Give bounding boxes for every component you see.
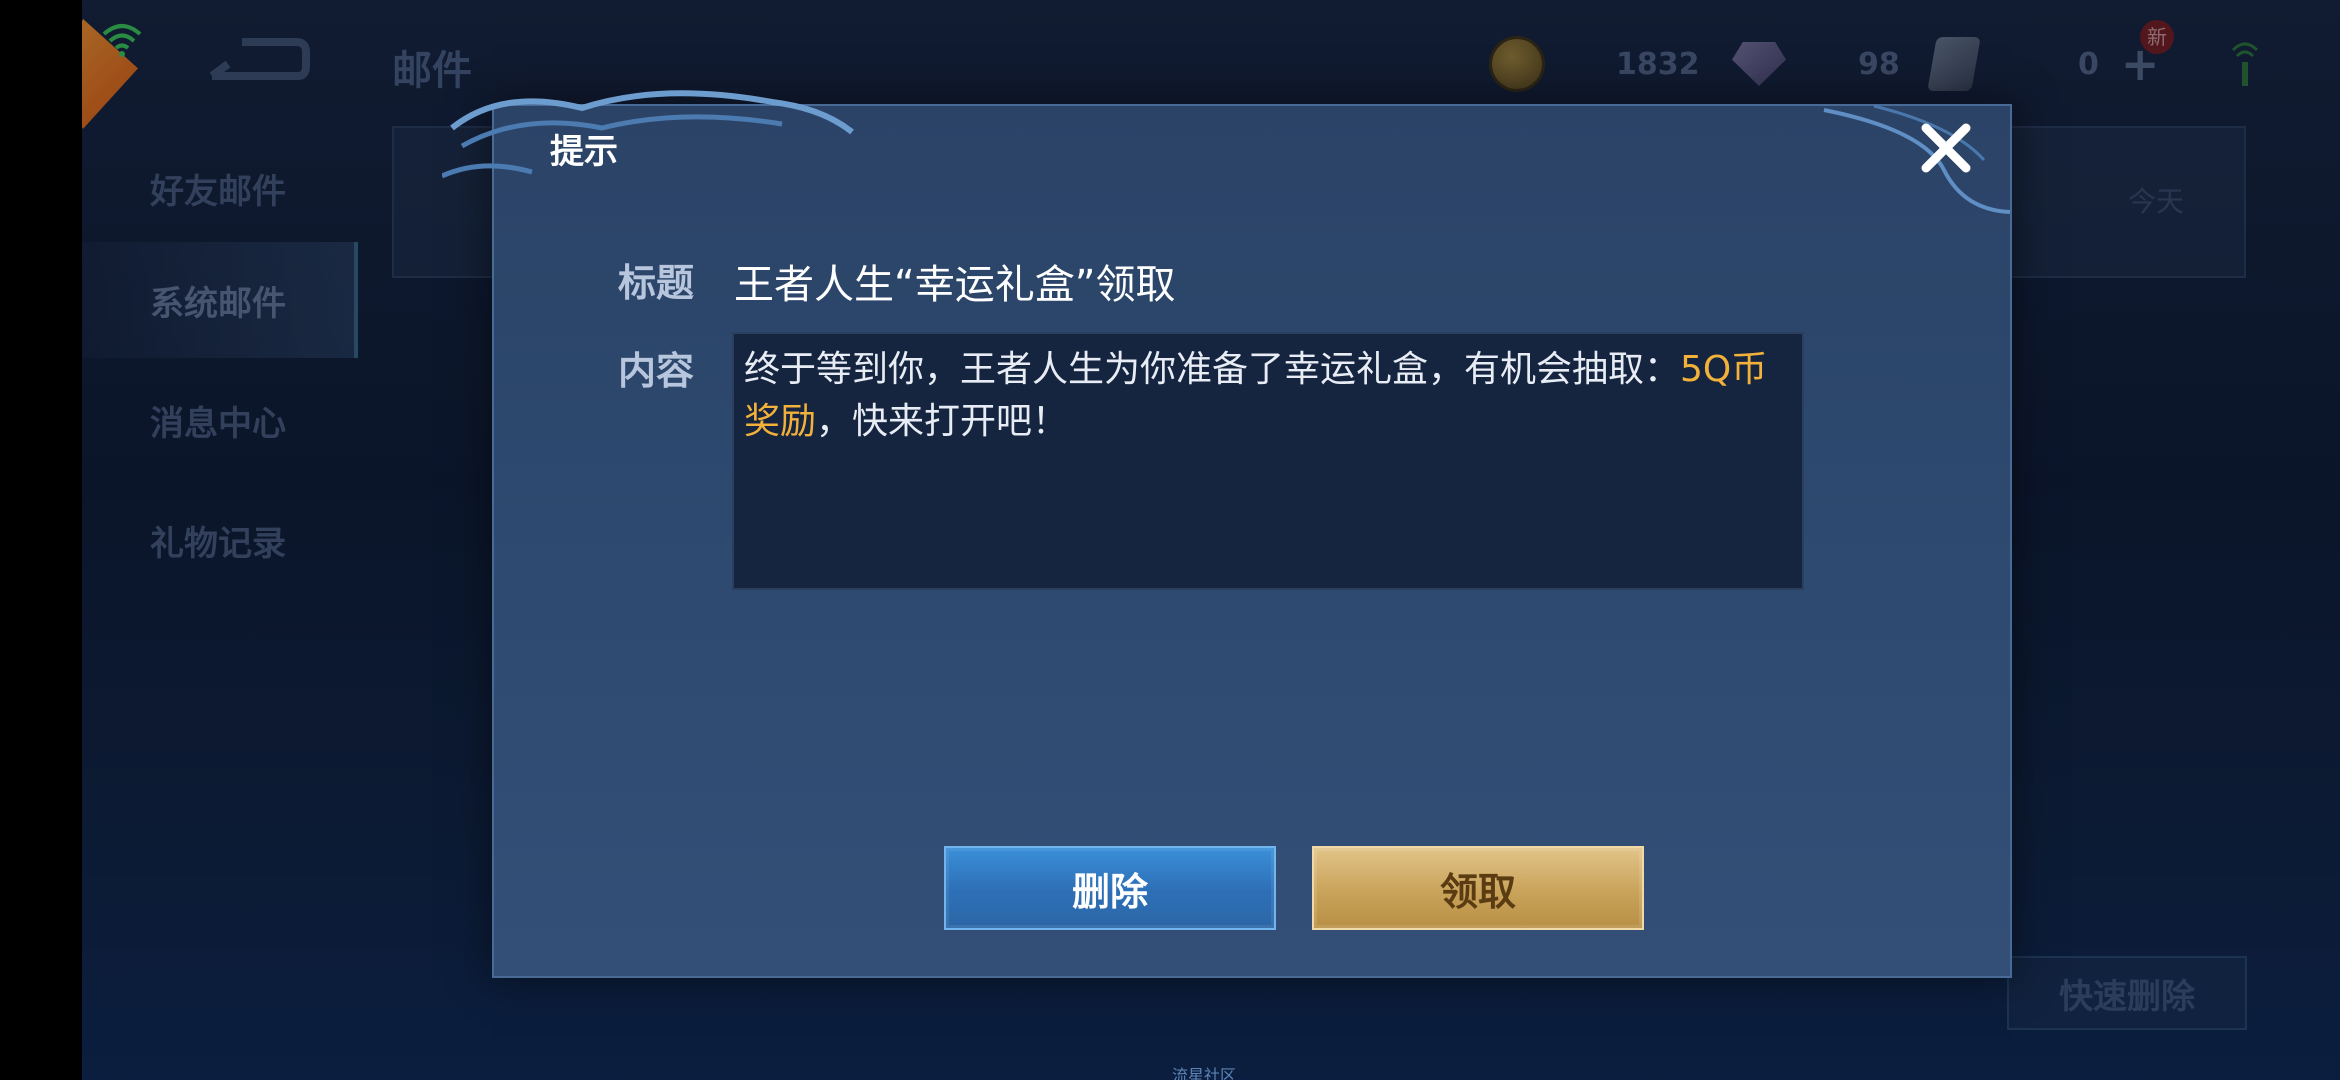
mail-dialog: 提示 标题 王者人生“幸运礼盒”领取 内容 终于等到你，王者人生为你准备了幸运礼… [442, 90, 2012, 978]
mail-content-text-end: ，快来打开吧！ [816, 401, 1069, 442]
claim-button[interactable]: 领取 [1312, 846, 1644, 930]
mail-content: 终于等到你，王者人生为你准备了幸运礼盒，有机会抽取：5Q币奖励，快来打开吧！ [732, 332, 1804, 590]
content-label: 内容 [618, 349, 695, 393]
cloud-ornament-icon [442, 90, 854, 179]
delete-button[interactable]: 删除 [944, 846, 1276, 930]
cloud-ornament-icon [1823, 104, 2011, 214]
mail-subject: 王者人生“幸运礼盒”领取 [734, 262, 1176, 308]
dialog-title: 提示 [550, 132, 618, 172]
close-button[interactable] [1918, 120, 1974, 176]
subject-label: 标题 [618, 261, 695, 305]
game-screen: 邮件 1832 98 0 + 新 好友邮件 系统邮件 消息中心 礼物记录 今天 … [82, 0, 2340, 1080]
mail-content-text: 终于等到你，王者人生为你准备了幸运礼盒，有机会抽取： [744, 349, 1681, 390]
watermark: 流星社区 [1172, 1066, 1237, 1080]
